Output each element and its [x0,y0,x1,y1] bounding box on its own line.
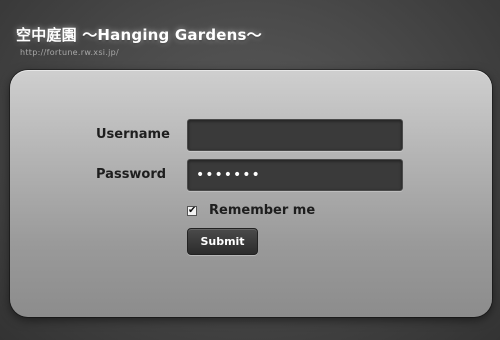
username-field[interactable] [187,119,403,151]
remember-me-row: ✔ Remember me [187,203,315,218]
remember-me-label: Remember me [209,203,316,218]
password-field[interactable] [187,159,403,191]
site-header: 空中庭園 〜Hanging Gardens〜 http://fortune.rw… [16,24,262,57]
remember-me-checkbox[interactable]: ✔ [187,205,197,216]
password-label: Password [96,167,167,182]
username-label: Username [96,127,170,142]
login-panel: Username Password ✔ Remember me Submit [10,70,492,317]
site-url: http://fortune.rw.xsi.jp/ [20,48,120,57]
submit-button[interactable]: Submit [187,228,258,255]
site-title: 空中庭園 〜Hanging Gardens〜 [16,26,262,44]
